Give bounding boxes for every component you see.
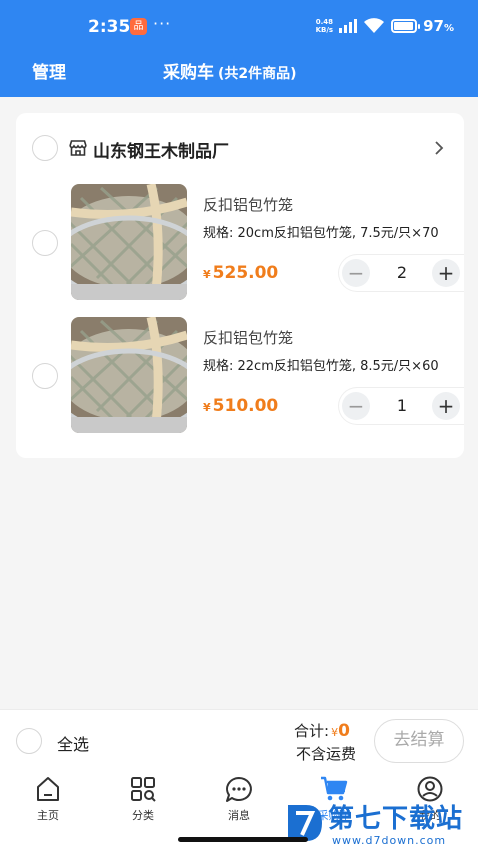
page-title: 采购车 (共2件商品) xyxy=(163,58,297,83)
item-spec[interactable]: 规格: 22cm反扣铝包竹笼, 8.5元/只×60 xyxy=(203,355,439,374)
quantity-stepper: − 2 + xyxy=(338,254,464,292)
item-price-value: 510.00 xyxy=(212,396,279,416)
category-icon xyxy=(131,777,156,802)
shop-card: 山东钢王木制品厂 反扣铝包竹笼 规格: 20cm反扣铝包竹笼, 7.5元/只×7… xyxy=(16,113,464,458)
product-image[interactable] xyxy=(71,184,187,300)
tab-label: 消息 xyxy=(228,809,250,822)
app-notification-icon: 品 xyxy=(130,18,147,35)
item-title[interactable]: 反扣铝包竹笼 xyxy=(203,194,293,215)
total-summary: 合计: ¥0 xyxy=(294,720,350,741)
item-select-radio[interactable] xyxy=(32,363,58,389)
quantity-stepper: − 1 + xyxy=(338,387,464,425)
network-speed-value: 0.48 xyxy=(315,18,333,26)
battery-icon xyxy=(391,19,421,33)
watermark-url: www.d7down.com xyxy=(332,834,447,847)
shop-name[interactable]: 山东钢王木制品厂 xyxy=(93,137,229,162)
select-all-radio[interactable] xyxy=(16,728,42,754)
tab-category[interactable]: 分类 xyxy=(103,775,183,835)
total-label: 合计: xyxy=(294,722,330,740)
status-time: 2:35 xyxy=(88,17,131,37)
tab-home[interactable]: 主页 xyxy=(8,775,88,835)
increase-button[interactable]: + xyxy=(432,259,460,287)
item-price: ¥510.00 xyxy=(203,396,278,416)
watermark-text: 第七下载站 xyxy=(328,804,464,834)
item-select-radio[interactable] xyxy=(32,230,58,256)
quantity-value[interactable]: 1 xyxy=(389,396,415,415)
manage-button[interactable]: 管理 xyxy=(32,58,66,83)
watermark: 第七下载站 www.d7down.com xyxy=(284,798,474,850)
currency-symbol: ¥ xyxy=(331,726,339,739)
shop-icon xyxy=(69,140,87,156)
currency-symbol: ¥ xyxy=(203,268,211,281)
item-title[interactable]: 反扣铝包竹笼 xyxy=(203,327,293,348)
shop-select-radio[interactable] xyxy=(32,135,58,161)
status-right: 0.48 KB/s 97% xyxy=(316,14,454,38)
cart-item: 反扣铝包竹笼 规格: 22cm反扣铝包竹笼, 8.5元/只×60 ¥510.00… xyxy=(16,316,464,436)
home-icon xyxy=(37,777,59,801)
decrease-button[interactable]: − xyxy=(342,259,370,287)
network-speed: 0.48 KB/s xyxy=(316,18,333,34)
tab-label: 分类 xyxy=(132,809,154,822)
total-amount: 0 xyxy=(338,721,350,741)
network-speed-unit: KB/s xyxy=(315,26,334,34)
item-price-value: 525.00 xyxy=(212,263,279,283)
cart-item: 反扣铝包竹笼 规格: 20cm反扣铝包竹笼, 7.5元/只×70 ¥525.00… xyxy=(16,183,464,303)
select-all-label[interactable]: 全选 xyxy=(57,731,89,755)
wifi-icon xyxy=(364,18,385,33)
tab-messages[interactable]: 消息 xyxy=(199,775,279,835)
battery-fill xyxy=(394,22,414,30)
decrease-button[interactable]: − xyxy=(342,392,370,420)
checkout-button[interactable]: 去结算 xyxy=(374,719,464,763)
battery-percent: 97% xyxy=(423,17,454,35)
item-price: ¥525.00 xyxy=(203,263,278,283)
item-count: (共2件商品) xyxy=(218,66,297,82)
status-bar: 2:35 品 ··· 0.48 KB/s 97% xyxy=(0,0,478,54)
increase-button[interactable]: + xyxy=(432,392,460,420)
chevron-right-icon[interactable] xyxy=(432,139,446,157)
quantity-value[interactable]: 2 xyxy=(389,263,415,282)
checkout-bar: 全选 合计: ¥0 不含运费 去结算 xyxy=(0,709,478,771)
more-notifications-icon: ··· xyxy=(153,14,172,33)
currency-symbol: ¥ xyxy=(203,401,211,414)
signal-icon xyxy=(339,19,358,33)
message-icon xyxy=(226,777,252,802)
top-header: 2:35 品 ··· 0.48 KB/s 97% 管理 采购车 (共2件商品) xyxy=(0,0,478,97)
item-spec[interactable]: 规格: 20cm反扣铝包竹笼, 7.5元/只×70 xyxy=(203,222,439,241)
page-title-text: 采购车 xyxy=(163,63,214,83)
shipping-note: 不含运费 xyxy=(296,745,357,763)
product-image[interactable] xyxy=(71,317,187,433)
tab-label: 主页 xyxy=(37,809,59,822)
home-indicator[interactable] xyxy=(178,837,308,842)
